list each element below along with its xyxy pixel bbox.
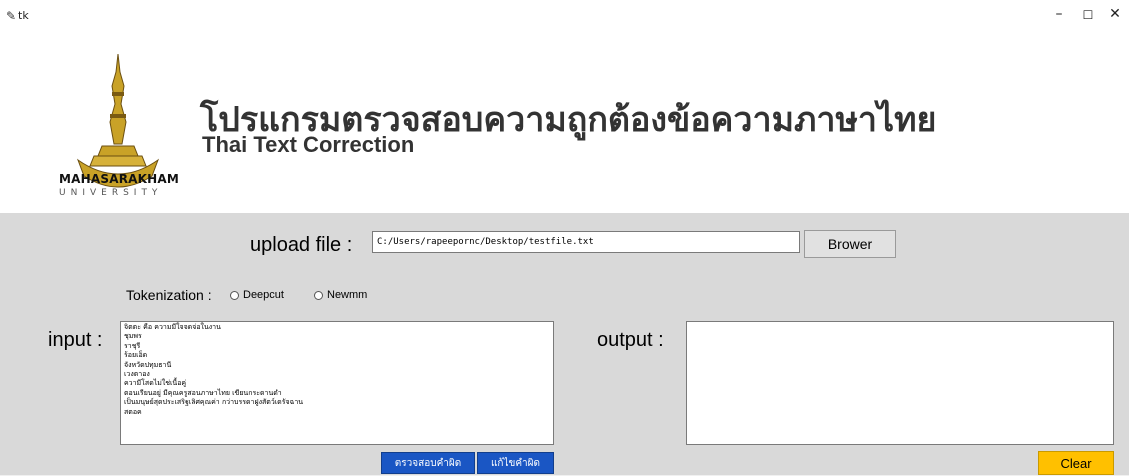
- input-line: ตอนเรียนอยู่ มีคุณครูสอนภาษาไทย เขียนกระ…: [124, 388, 282, 397]
- logo-university-name: MAHASARAKHAM: [59, 172, 179, 186]
- input-line: เวงตาอง: [124, 370, 150, 379]
- radio-circle-icon: [314, 290, 323, 300]
- title-bar: ✎ tk – ☐ ✕: [0, 0, 1129, 32]
- radio-deepcut[interactable]: Deepcut: [230, 289, 284, 301]
- input-textarea[interactable]: จิตตะ คือ ความมีใจจดจ่อในงาน ชุมพร ราชุร…: [120, 321, 554, 445]
- output-textarea[interactable]: [686, 321, 1114, 445]
- input-line: จิตตะ คือ ความมีใจจดจ่อในงาน: [124, 323, 221, 331]
- tk-feather-icon: ✎: [6, 9, 17, 23]
- input-line: ความีโสดไม่ใช่เนื้อคู่: [124, 379, 187, 388]
- input-line: เป็นมนุษย์สุดประเสริฐเลิศคุณค่า กว่าบรรด…: [124, 398, 304, 407]
- maximize-button[interactable]: ☐: [1074, 8, 1102, 28]
- window-title: tk: [18, 9, 29, 22]
- input-line: สตอค: [124, 407, 142, 416]
- check-spelling-button[interactable]: ตรวจสอบคำผิด: [381, 452, 475, 474]
- file-path-input[interactable]: C:/Users/rapeepornc/Desktop/testfile.txt: [372, 231, 800, 253]
- radio-circle-icon: [230, 290, 239, 300]
- minimize-button[interactable]: –: [1045, 6, 1073, 26]
- input-line: ราชุรี: [124, 341, 141, 350]
- header: MAHASARAKHAM UNIVERSITY โปรแกรมตรวจสอบคว…: [0, 32, 1129, 213]
- radio-newmm-label: Newmm: [327, 289, 368, 301]
- input-line: ชุมพร: [124, 332, 142, 341]
- input-label: input :: [48, 329, 103, 351]
- input-line: ร้อยเอ็ด: [124, 351, 148, 360]
- title-english: Thai Text Correction: [202, 132, 415, 157]
- input-line: จังหวัดปทุมธานี: [124, 360, 172, 369]
- main-panel: upload file : C:/Users/rapeepornc/Deskto…: [0, 213, 1129, 475]
- clear-button[interactable]: Clear: [1038, 451, 1114, 475]
- radio-newmm[interactable]: Newmm: [314, 289, 367, 301]
- upload-file-label: upload file :: [250, 234, 353, 256]
- radio-deepcut-label: Deepcut: [243, 289, 284, 301]
- tokenization-label: Tokenization :: [126, 287, 212, 303]
- logo-university-sub: UNIVERSITY: [59, 188, 163, 198]
- output-label: output :: [597, 329, 664, 351]
- close-button[interactable]: ✕: [1101, 6, 1129, 26]
- browse-button[interactable]: Brower: [804, 230, 896, 258]
- fix-spelling-button[interactable]: แก้ไขคำผิด: [477, 452, 554, 474]
